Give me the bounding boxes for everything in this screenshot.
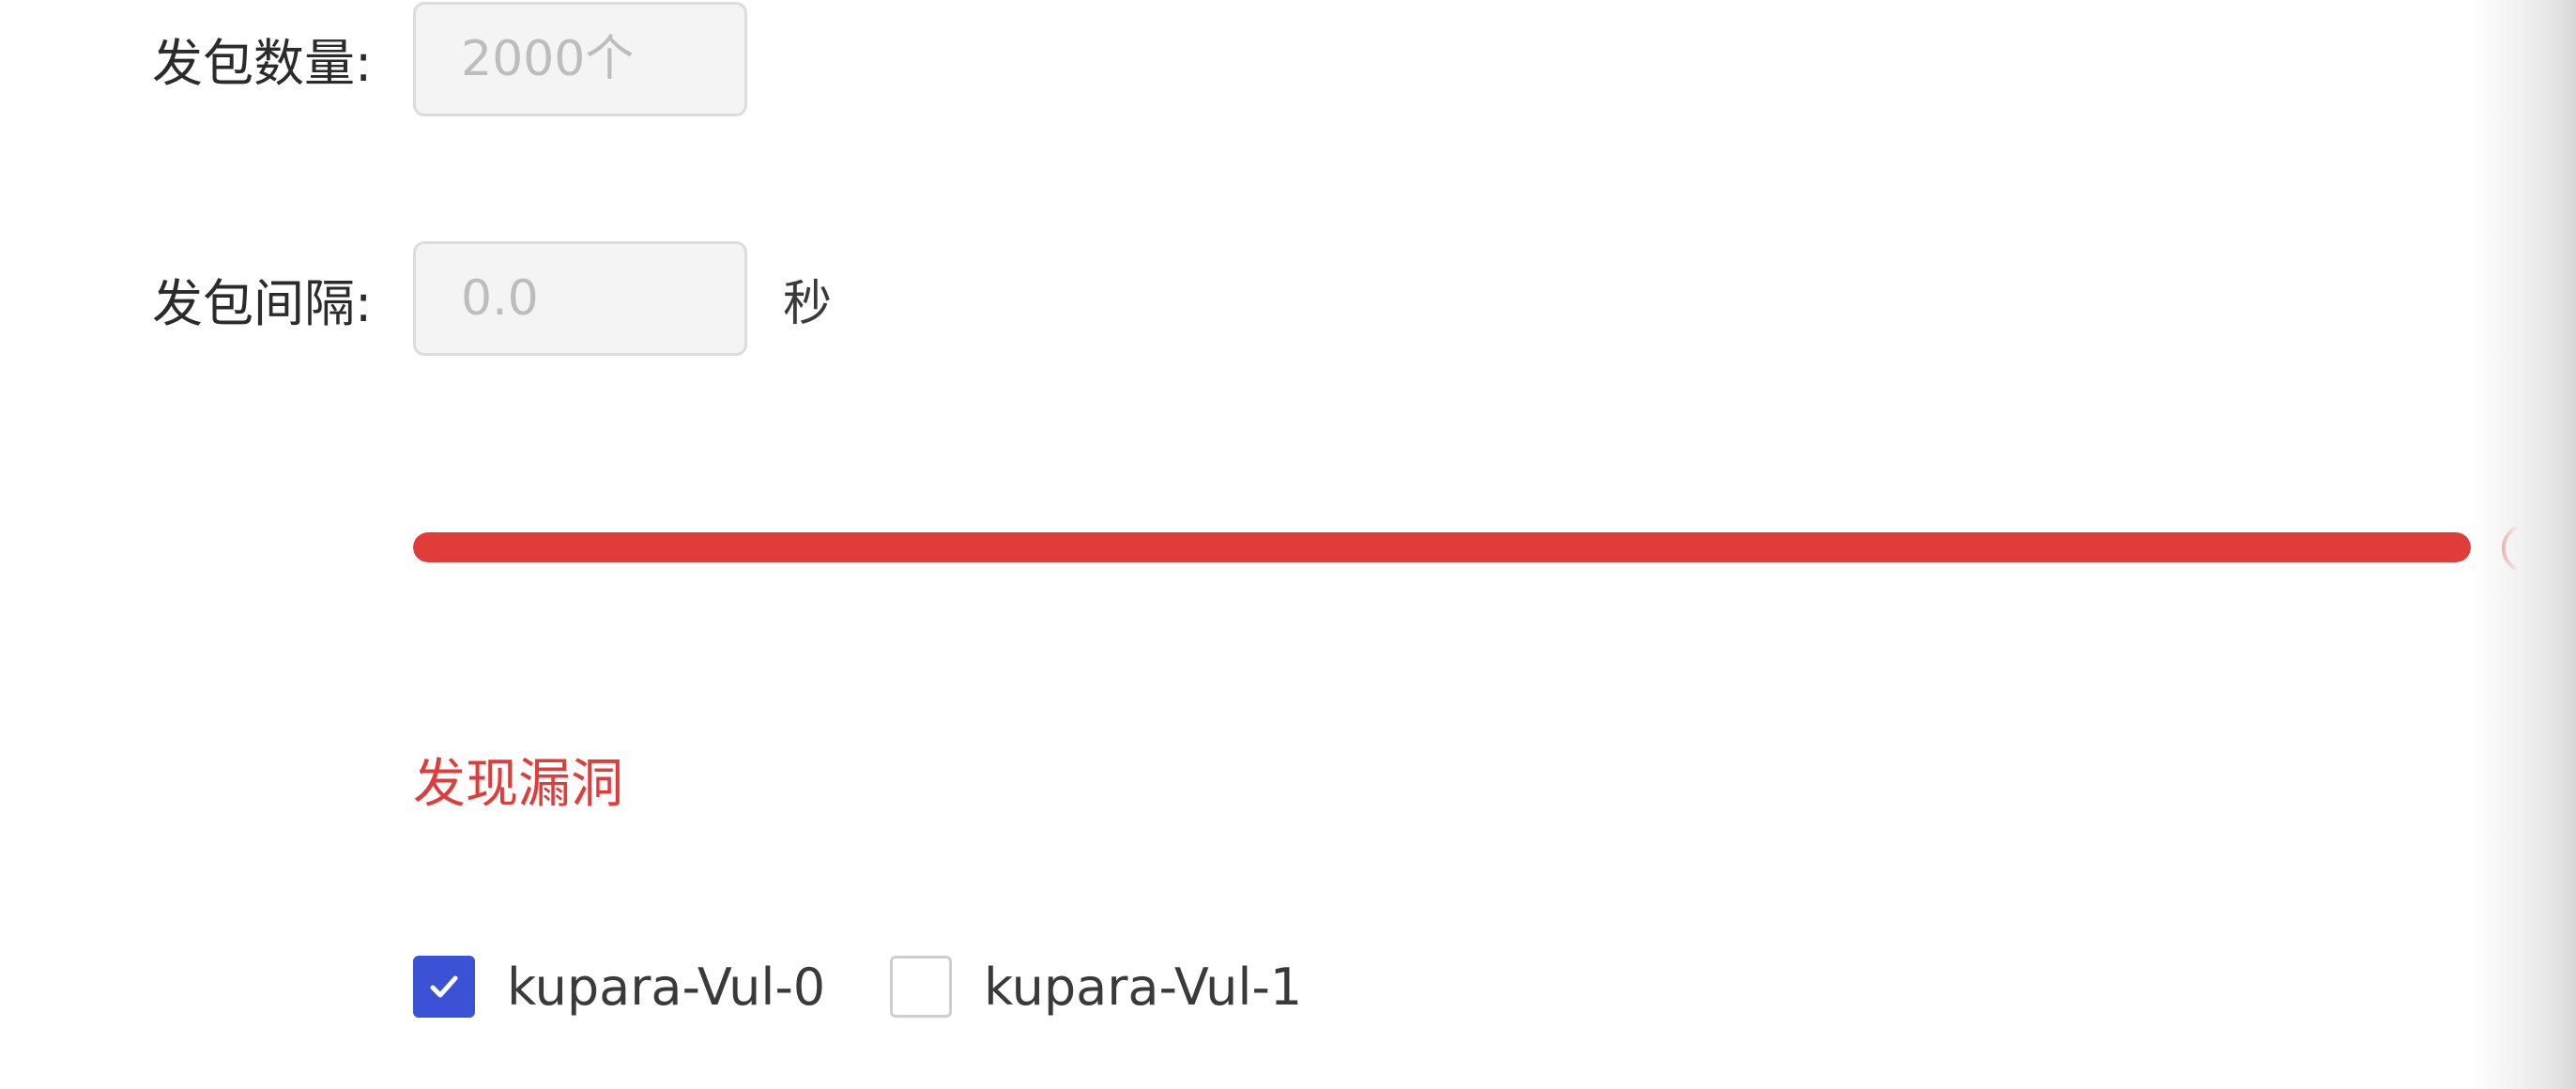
packet-test-panel: 发包数量: 发包间隔: 秒 发现漏洞 kupara-Vul-0 kupara-V… (0, 0, 2576, 1089)
page-edge-shadow (2471, 0, 2576, 1089)
packet-count-input[interactable] (413, 2, 747, 116)
packet-count-label: 发包数量: (152, 34, 373, 93)
vulnerability-checkbox-0[interactable]: kupara-Vul-0 (413, 956, 825, 1018)
progress-bar-fill (413, 532, 2471, 562)
progress-bar (413, 532, 2471, 562)
vulnerabilities-title: 发现漏洞 (413, 754, 623, 815)
vulnerability-checkbox-1[interactable]: kupara-Vul-1 (890, 956, 1302, 1018)
checkbox-box[interactable] (890, 956, 952, 1018)
packet-interval-label: 发包间隔: (152, 274, 373, 333)
packet-interval-input[interactable] (413, 241, 747, 356)
vulnerability-label: kupara-Vul-1 (984, 957, 1303, 1017)
interval-unit-label: 秒 (783, 276, 833, 332)
checkmark-icon (430, 975, 458, 998)
checkbox-box[interactable] (413, 956, 475, 1018)
vulnerability-label: kupara-Vul-0 (507, 957, 826, 1017)
